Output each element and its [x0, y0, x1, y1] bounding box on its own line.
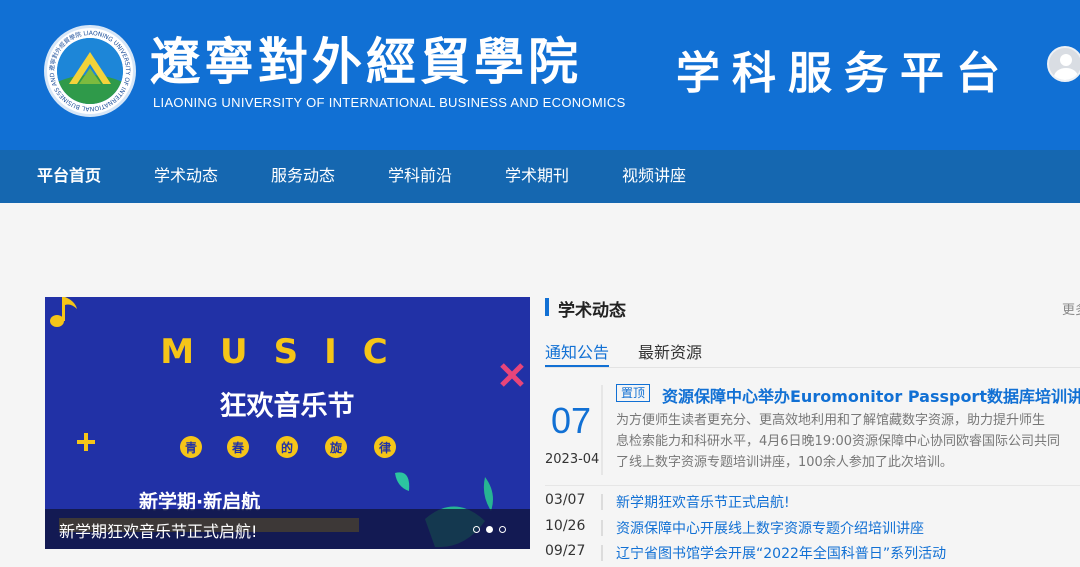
pinned-badge: 置顶	[616, 384, 651, 402]
news-date: 03/07	[545, 492, 586, 508]
more-link[interactable]: 更多	[1062, 299, 1080, 318]
site-header: 遼寧對外經貿學院 LIAONING UNIVERSITY OF INTERNAT…	[0, 0, 1080, 150]
news-title-link[interactable]: 新学期狂欢音乐节正式启航!	[616, 492, 790, 512]
featured-year-month: 2023-04	[545, 452, 600, 467]
carousel-banner[interactable]: MUSIC 狂欢音乐节 青 春 的 旋 律 新学期·新启航 新学期狂欢音乐节正式…	[45, 297, 530, 549]
banner-music-text: MUSIC	[160, 332, 414, 372]
tab-notices[interactable]: 通知公告	[545, 339, 609, 363]
featured-description-line: 为方便师生读者更充分、更高效地利用和了解馆藏数字资源，助力提升师生	[616, 413, 1046, 428]
news-separator	[601, 545, 603, 561]
news-title-link[interactable]: 辽宁省图书馆学会开展“2022年全国科普日”系列活动	[616, 543, 946, 563]
featured-description: 为方便师生读者更充分、更高效地利用和了解馆藏数字资源，助力提升师生 息检索能力和…	[616, 410, 1080, 473]
featured-day: 07	[551, 400, 592, 441]
svg-text:旋: 旋	[329, 440, 343, 455]
news-list-item: 10/26 资源保障中心开展线上数字资源专题介绍培训讲座	[545, 518, 1080, 540]
section-accent-bar	[545, 298, 549, 316]
section-title: 学术动态	[558, 301, 626, 321]
active-tab-underline	[545, 365, 609, 367]
svg-text:的: 的	[281, 440, 293, 455]
main-nav: 平台首页 学术动态 服务动态 学科前沿 学术期刊 视频讲座	[0, 150, 1080, 203]
nav-item-service-news[interactable]: 服务动态	[271, 150, 335, 203]
featured-title-link[interactable]: 资源保障中心举办Euromonitor Passport数据库培训讲座	[662, 383, 1080, 407]
news-separator	[601, 494, 603, 510]
news-list-item: 09/27 辽宁省图书馆学会开展“2022年全国科普日”系列活动	[545, 543, 1080, 565]
nav-item-video-lectures[interactable]: 视频讲座	[622, 150, 686, 203]
news-title-link[interactable]: 资源保障中心开展线上数字资源专题介绍培训讲座	[616, 518, 924, 538]
carousel-dot-2[interactable]	[486, 526, 493, 533]
nav-item-journals[interactable]: 学术期刊	[505, 150, 569, 203]
nav-item-home[interactable]: 平台首页	[37, 150, 101, 203]
school-name-en: LIAONING UNIVERSITY OF INTERNATIONAL BUS…	[153, 95, 626, 110]
featured-description-line: 息检索能力和科研水平，4月6日晚19:00资源保障中心协同欧睿国际公司共同	[616, 434, 1061, 449]
carousel-dot-1[interactable]	[473, 526, 480, 533]
featured-divider	[545, 485, 1080, 486]
banner-festival-title: 狂欢音乐节	[220, 390, 355, 422]
tabs-divider	[545, 367, 1080, 368]
school-name-cn: 遼寧對外經貿學院	[150, 32, 582, 91]
user-avatar-icon[interactable]	[1047, 46, 1080, 82]
tab-new-resources[interactable]: 最新资源	[638, 339, 702, 363]
svg-text:春: 春	[231, 440, 245, 455]
nav-item-frontier[interactable]: 学科前沿	[388, 150, 452, 203]
nav-item-academic-news[interactable]: 学术动态	[154, 150, 218, 203]
svg-text:青: 青	[185, 440, 197, 455]
svg-text:律: 律	[379, 440, 391, 455]
platform-title: 学科服务平台	[676, 48, 1012, 99]
news-date: 10/26	[545, 518, 586, 534]
news-separator	[601, 520, 603, 536]
school-logo[interactable]: 遼寧對外經貿學院 LIAONING UNIVERSITY OF INTERNAT…	[44, 25, 136, 117]
carousel-dot-3[interactable]	[499, 526, 506, 533]
news-date: 09/27	[545, 543, 586, 559]
featured-date-divider	[601, 385, 603, 475]
logo-emblem	[57, 38, 123, 104]
featured-description-line: 了线上数字资源专题培训讲座，100余人参加了此次培训。	[616, 455, 953, 470]
banner-caption[interactable]: 新学期狂欢音乐节正式启航!	[59, 518, 257, 542]
news-list-item: 03/07 新学期狂欢音乐节正式启航!	[545, 492, 1080, 514]
